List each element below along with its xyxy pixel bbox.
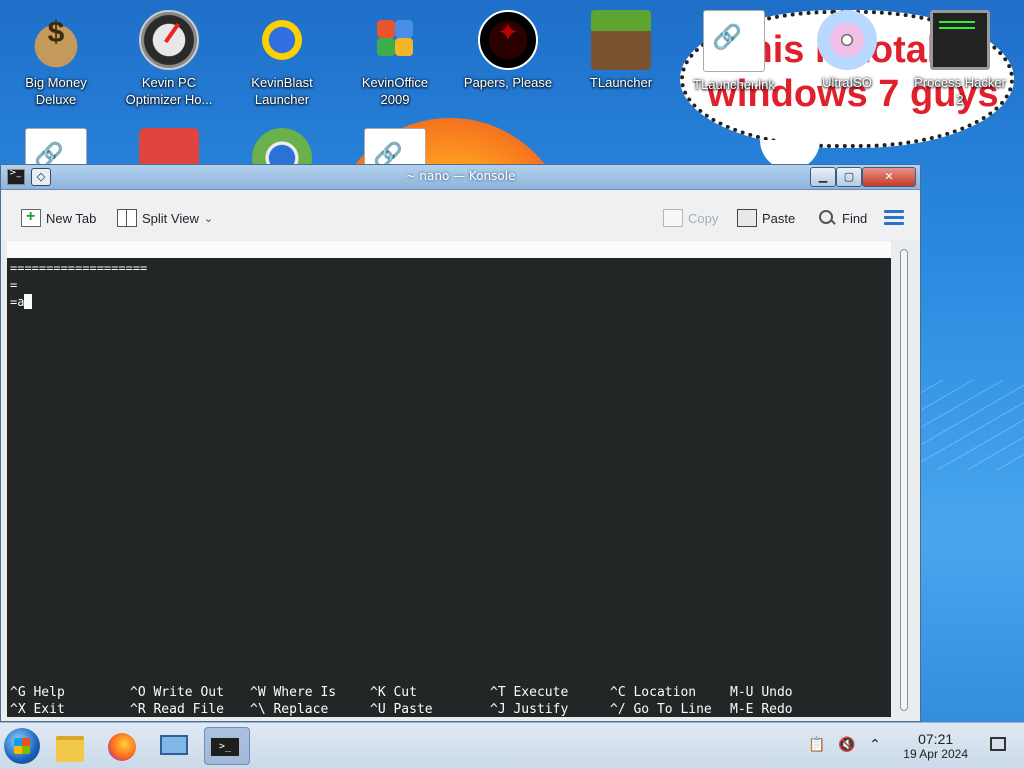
shortcut-location: ^C Location (610, 685, 697, 700)
clock-time: 07:21 (918, 731, 954, 747)
window-titlebar[interactable]: ◇ ~ nano — Konsole ▁ ▢ ✕ (1, 165, 920, 190)
shortcut-justify: ^J Justify (490, 702, 569, 717)
konsole-window: ◇ ~ nano — Konsole ▁ ▢ ✕ New Tab Split V… (0, 164, 921, 722)
shortcut-file-icon (703, 10, 765, 72)
money-bag-icon (26, 10, 86, 70)
find-label: Find (842, 210, 868, 226)
split-view-button[interactable]: Split View ⌄ (117, 206, 213, 230)
shortcut-go-to-line: ^/ Go To Line (610, 702, 712, 717)
wallpaper-lines (914, 380, 1024, 470)
scrollbar-thumb[interactable] (900, 249, 908, 711)
file-explorer-icon[interactable] (50, 727, 88, 765)
desktop-icon-label: Process Hacker 2 (914, 75, 1006, 107)
new-tab-label: New Tab (46, 210, 97, 226)
text-line: =a (10, 294, 147, 311)
shortcut-paste: ^U Paste (370, 702, 433, 717)
search-icon (817, 209, 837, 227)
text-line: = (10, 278, 18, 292)
hamburger-menu-icon[interactable] (884, 210, 904, 226)
paste-icon (737, 209, 757, 227)
desktop-icon-ultraiso[interactable]: UltraISO (791, 10, 903, 91)
nano-text-buffer[interactable]: =================== = =a (10, 260, 147, 311)
nano-modified-status: Modified (812, 293, 875, 308)
remote-desktop-icon[interactable] (154, 727, 192, 765)
copy-button[interactable]: Copy (663, 206, 718, 230)
maximize-button[interactable]: ▢ (836, 167, 862, 187)
new-tab-icon (21, 208, 41, 227)
shortcut-where-is: ^W Where Is (250, 685, 337, 700)
shortcut-replace: ^\ Replace (250, 702, 329, 717)
taskbar: 📋 🔇 ⌃ 07:21 19 Apr 2024 (0, 722, 1024, 769)
minimize-button[interactable]: ▁ (810, 167, 836, 187)
paste-label: Paste (762, 210, 796, 226)
desktop-icon-kevinblast[interactable]: KevinBlast Launcher (226, 10, 338, 108)
terminal-scrollbar[interactable] (897, 245, 911, 713)
window-title: ~ nano — Konsole (405, 169, 516, 183)
terminal-area[interactable]: GNU nano 7.2 galaxybootloader.txt Modifi… (7, 241, 891, 717)
start-button[interactable] (4, 728, 40, 764)
desktop-icon-label: KevinOffice 2009 (361, 75, 429, 107)
copy-icon (663, 209, 683, 227)
shortcut-help: ^G Help (10, 685, 65, 700)
shortcut-execute: ^T Execute (490, 685, 569, 700)
paste-button[interactable]: Paste (737, 206, 795, 230)
disc-icon (817, 10, 877, 70)
shortcut-read-file: ^R Read File (130, 702, 224, 717)
desktop-icon-kevinoffice[interactable]: KevinOffice 2009 (339, 10, 451, 108)
desktop-icon-label: Big Money Deluxe (25, 75, 87, 107)
shortcut-redo: M-E Redo (730, 702, 793, 717)
grass-block-icon (591, 10, 651, 70)
show-desktop-icon[interactable] (990, 737, 1006, 751)
konsole-toolbar: New Tab Split View ⌄ Copy Paste Find (1, 190, 920, 240)
desktop-icon-tlauncher[interactable]: TLauncher (565, 10, 677, 91)
text-cursor (24, 294, 33, 309)
copy-label: Copy (688, 210, 719, 226)
find-button[interactable]: Find (817, 206, 867, 230)
monitor-icon (930, 10, 990, 70)
volume-muted-icon[interactable]: 🔇 (838, 736, 856, 754)
desktop-icon-label: KevinBlast Launcher (251, 75, 313, 107)
split-view-label: Split View (142, 210, 199, 226)
desktop-icon-label: TLauncher (589, 75, 653, 90)
desktop-icon-label: Papers, Please (463, 75, 553, 90)
shortcut-cut: ^K Cut (370, 685, 417, 700)
desktop-icon-process-hacker[interactable]: Process Hacker 2 (904, 10, 1016, 108)
text-line: =================== (10, 261, 148, 275)
papers-please-icon (478, 10, 538, 70)
gauge-icon (139, 10, 199, 70)
desktop-icon-label: Kevin PC Optimizer Ho... (125, 75, 213, 107)
desktop-icon-papers-please[interactable]: Papers, Please (452, 10, 564, 91)
desktop-icon-kevin-pc-optimizer[interactable]: Kevin PC Optimizer Ho... (113, 10, 225, 108)
split-view-icon (117, 209, 137, 227)
new-tab-button[interactable]: New Tab (21, 206, 96, 230)
office-icon (365, 10, 425, 70)
chevron-down-icon: ⌄ (203, 212, 214, 225)
desktop-icon-label: UltraISO (822, 75, 872, 90)
shortcut-undo: M-U Undo (730, 685, 793, 700)
chevron-up-icon[interactable]: ⌃ (866, 736, 884, 754)
text-line-content: =a (10, 295, 25, 309)
system-clock[interactable]: 07:21 19 Apr 2024 (903, 731, 968, 761)
blast-icon (252, 10, 312, 70)
shortcut-exit: ^X Exit (10, 702, 65, 717)
clipboard-icon[interactable]: 📋 (808, 736, 826, 754)
firefox-icon[interactable] (102, 727, 140, 765)
shortcut-write-out: ^O Write Out (130, 685, 224, 700)
desktop-icon-big-money[interactable]: Big Money Deluxe (0, 10, 112, 108)
desktop-icon-tlauncher-lnk[interactable]: TLauncher.lnk (678, 10, 790, 93)
konsole-task-icon[interactable] (204, 727, 250, 765)
desktop-icon-label: TLauncher.lnk (693, 77, 775, 92)
close-button[interactable]: ✕ (862, 167, 916, 187)
clock-date: 19 Apr 2024 (903, 747, 968, 761)
nano-header-bar: GNU nano 7.2 galaxybootloader.txt Modifi… (7, 241, 891, 308)
